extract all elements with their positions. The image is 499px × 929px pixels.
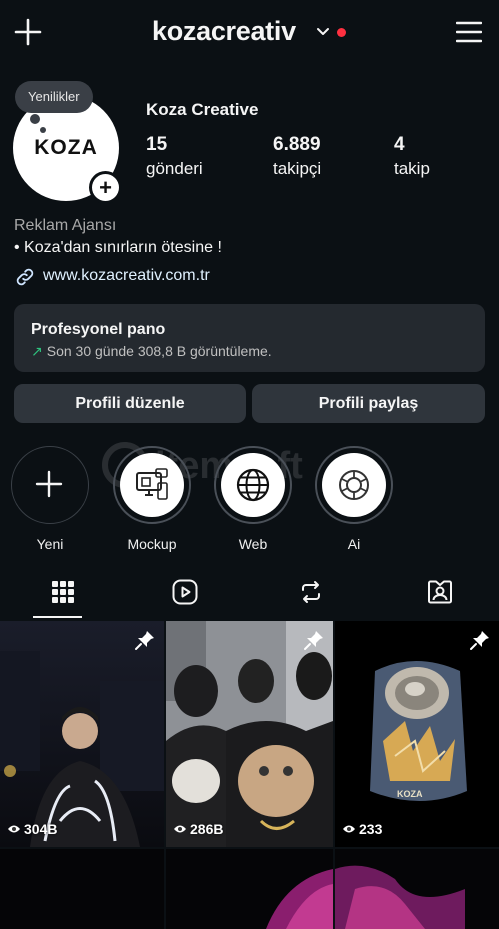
highlight-label: Mockup: [127, 536, 177, 552]
notes-bubble-tail: [40, 127, 46, 133]
profile-tabs: [0, 572, 499, 618]
stat-value: 4: [394, 134, 405, 155]
view-count: 233: [342, 821, 382, 837]
post-thumbnail[interactable]: 286B: [166, 621, 333, 847]
dashboard-title: Profesyonel pano: [31, 321, 166, 338]
edit-profile-button[interactable]: Profili düzenle: [14, 384, 246, 423]
tab-grid[interactable]: [0, 572, 125, 618]
ai-icon: [339, 470, 369, 500]
avatar-logo: KOZA: [34, 136, 98, 159]
repost-icon: [302, 581, 320, 603]
post-thumbnail[interactable]: KOZA 233: [335, 621, 499, 847]
tab-tagged[interactable]: [377, 572, 499, 618]
highlight-label: Web: [238, 536, 268, 552]
svg-text:KOZA: KOZA: [397, 789, 423, 799]
top-bar: kozacreativ: [0, 0, 499, 66]
notes-bubble[interactable]: Yenilikler: [15, 81, 93, 113]
highlight-cover: [120, 453, 184, 517]
post-thumbnail[interactable]: [0, 849, 164, 929]
eye-icon: [174, 825, 186, 833]
eye-icon: [343, 825, 355, 833]
view-count-value: 233: [359, 821, 383, 837]
dashboard-subtitle-text: Son 30 günde 308,8 B görüntüleme.: [46, 343, 272, 359]
post-thumbnail[interactable]: 304B: [0, 621, 164, 847]
profile-full-name: Koza Creative: [146, 100, 259, 119]
highlight-mockup[interactable]: Mockup: [113, 446, 191, 552]
stat-value: 6.889: [273, 134, 321, 155]
grid-icon: [52, 581, 74, 603]
stat-followers[interactable]: 6.889 takipçi: [273, 134, 321, 179]
profile-bio: • Koza'dan sınırların ötesine !: [14, 239, 222, 256]
view-count: 286B: [173, 821, 223, 837]
plus-icon: +: [92, 174, 119, 201]
plus-icon[interactable]: [14, 18, 42, 46]
active-tab-indicator: [33, 616, 82, 618]
highlight-ring: [214, 446, 292, 524]
eye-icon: [8, 825, 20, 833]
post-thumbnail[interactable]: [335, 849, 499, 929]
tab-reposts[interactable]: [248, 572, 373, 618]
view-count-value: 286B: [190, 821, 224, 837]
highlight-ai[interactable]: Ai: [315, 446, 393, 552]
notes-bubble-tail: [30, 114, 40, 124]
chevron-down-icon[interactable]: [316, 25, 330, 39]
hamburger-menu-icon[interactable]: [456, 20, 482, 44]
post-image: [0, 621, 164, 847]
highlight-new[interactable]: Yeni: [11, 446, 89, 552]
highlight-ring: [11, 446, 89, 524]
stat-label: takipçi: [273, 159, 322, 178]
post-image: [335, 849, 499, 929]
pin-icon: [304, 631, 323, 650]
posts-grid: 304B 286B KOZA 233: [0, 621, 499, 929]
username-switcher[interactable]: kozacreativ: [152, 16, 296, 47]
highlight-ring: [315, 446, 393, 524]
post-thumbnail[interactable]: [166, 849, 333, 929]
globe-icon: [236, 468, 270, 502]
mockup-icon: [136, 468, 168, 500]
share-profile-button[interactable]: Profili paylaş: [252, 384, 485, 423]
add-story-button[interactable]: +: [89, 171, 122, 204]
pin-icon: [470, 631, 489, 650]
stat-value: 15: [146, 134, 168, 155]
post-image: [166, 849, 333, 929]
dashboard-subtitle: ↗ Son 30 günde 308,8 B görüntüleme.: [31, 343, 272, 360]
professional-dashboard[interactable]: Profesyonel pano ↗ Son 30 günde 308,8 B g…: [14, 304, 485, 372]
tagged-icon: [428, 580, 452, 604]
plus-icon: [35, 470, 63, 498]
pin-icon: [135, 631, 154, 650]
stat-label: gönderi: [146, 159, 203, 178]
highlight-cover: [322, 453, 386, 517]
highlight-web[interactable]: Web: [214, 446, 292, 552]
link-icon: [16, 268, 34, 286]
post-image: [166, 621, 333, 847]
stat-label: takip: [394, 159, 430, 178]
link-text[interactable]: www.kozacreativ.com.tr: [43, 267, 210, 285]
view-count: 304B: [7, 821, 57, 837]
highlight-cover: [221, 453, 285, 517]
highlight-label: Yeni: [36, 536, 64, 552]
post-image: KOZA: [335, 621, 499, 847]
trend-up-icon: ↗: [31, 343, 43, 359]
reels-icon: [172, 579, 198, 605]
tab-reels[interactable]: [122, 572, 247, 618]
notification-dot: [337, 28, 346, 37]
profile-category: Reklam Ajansı: [14, 217, 117, 234]
highlight-label: Ai: [347, 536, 361, 552]
highlight-ring: [113, 446, 191, 524]
stat-following[interactable]: 4 takip: [394, 134, 430, 179]
stat-posts[interactable]: 15 gönderi: [146, 134, 203, 179]
view-count-value: 304B: [24, 821, 58, 837]
